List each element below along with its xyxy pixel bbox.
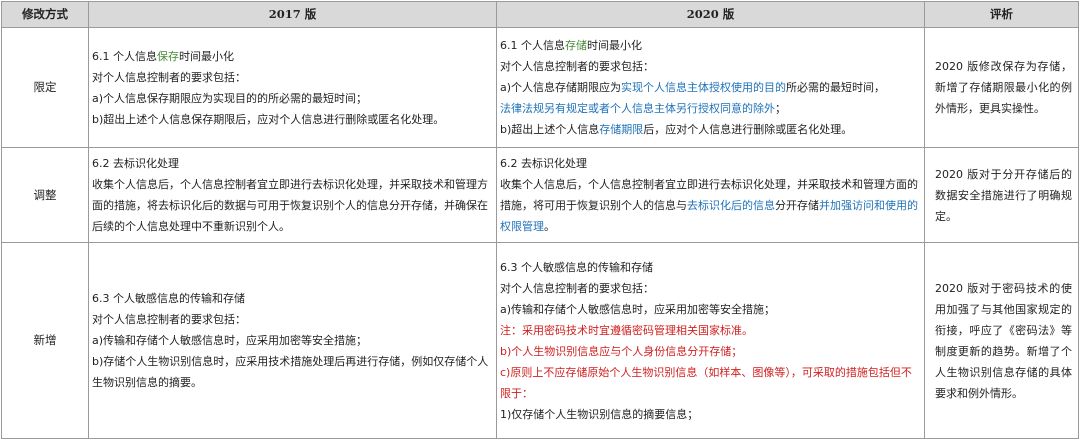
section-title: 6.1 个人信息存储时间最小化	[500, 39, 642, 52]
table-row: 限定 6.1 个人信息保存时间最小化 对个人信息控制者的要求包括： a)个人信息…	[1, 27, 1079, 148]
modification-type-cell: 限定	[1, 27, 89, 148]
section-title: 6.1 个人信息保存时间最小化	[92, 49, 234, 63]
text-line: 对个人信息控制者的要求包括：	[92, 70, 246, 84]
text-line: a)传输和存储个人敏感信息时，应采用加密等安全措施；	[92, 334, 368, 347]
modification-type-cell: 调整	[1, 147, 89, 243]
text-line: a)传输和存储个人敏感信息时，应采用加密等安全措施；	[500, 302, 776, 316]
version-2020-cell: 6.2 去标识化处理 收集个人信息后，个人信息控制者宜立即进行去标识化处理，并采…	[496, 147, 925, 243]
header-2020-version: 2020 版	[496, 1, 925, 28]
table-row: 调整 6.2 去标识化处理 收集个人信息后，个人信息控制者宜立即进行去标识化处理…	[1, 147, 1079, 243]
section-title: 6.3 个人敏感信息的传输和存储	[92, 292, 245, 305]
modification-type-cell: 新增	[1, 242, 89, 439]
version-2020-cell: 6.1 个人信息存储时间最小化 对个人信息控制者的要求包括： a)个人信息存储期…	[496, 27, 925, 148]
text-line: 1)仅存储个人生物识别信息的摘要信息；	[500, 407, 699, 421]
table-row: 新增 6.3 个人敏感信息的传输和存储 对个人信息控制者的要求包括： a)传输和…	[1, 242, 1079, 439]
section-title: 6.3 个人敏感信息的传输和存储	[500, 260, 653, 274]
text-line: a)个人信息存储期限应为实现个人信息主体授权使用的目的所必需的最短时间，	[500, 81, 886, 94]
header-modification-type: 修改方式	[1, 1, 89, 28]
text-line: 对个人信息控制者的要求包括：	[500, 60, 654, 73]
text-line: 对个人信息控制者的要求包括：	[92, 313, 246, 326]
header-row: 修改方式 2017 版 2020 版 评析	[1, 1, 1079, 28]
evaluation-cell: 2020 版对于密码技术的使用加强了与其他国家规定的衔接，呼应了《密码法》等制度…	[924, 242, 1079, 439]
text-paragraph: 收集个人信息后，个人信息控制者宜立即进行去标识化处理，并采取技术和管理方面的措施…	[92, 178, 488, 233]
evaluation-cell: 2020 版对于分开存储后的数据安全措施进行了明确规定。	[924, 147, 1079, 243]
version-2017-cell: 6.1 个人信息保存时间最小化 对个人信息控制者的要求包括： a)个人信息保存期…	[88, 27, 497, 148]
text-line: 对个人信息控制者的要求包括：	[500, 281, 654, 295]
text-line: a)个人信息保存期限应为实现目的的所必需的最短时间；	[92, 91, 368, 105]
text-paragraph: 收集个人信息后，个人信息控制者宜立即进行去标识化处理，并采取技术和管理方面的措施…	[500, 178, 918, 233]
text-line: b)个人生物识别信息应与个人身份信息分开存储；	[500, 344, 743, 358]
section-title: 6.2 去标识化处理	[92, 157, 179, 170]
comparison-table: 修改方式 2017 版 2020 版 评析 限定 6.1 个人信息保存时间最小化…	[1, 1, 1079, 439]
version-2017-cell: 6.2 去标识化处理 收集个人信息后，个人信息控制者宜立即进行去标识化处理，并采…	[88, 147, 497, 243]
version-2017-cell: 6.3 个人敏感信息的传输和存储 对个人信息控制者的要求包括： a)传输和存储个…	[88, 242, 497, 439]
evaluation-cell: 2020 版修改保存为存储，新增了存储期限最小化的例外情形，更具实操性。	[924, 27, 1079, 148]
text-line: 注：采用密码技术时宜遵循密码管理相关国家标准。	[500, 323, 753, 337]
text-line: b)存储个人生物识别信息时，应采用技术措施处理后再进行存储，例如仅存储个人生物识…	[92, 355, 489, 389]
section-title: 6.2 去标识化处理	[500, 157, 587, 170]
text-line: 法律法规另有规定或者个人信息主体另行授权同意的除外；	[500, 102, 786, 115]
text-line: c)原则上不应存储原始个人生物识别信息（如样本、图像等），可采取的措施包括但不限…	[500, 365, 912, 400]
text-line: b)超出上述个人信息保存期限后，应对个人信息进行删除或匿名化处理。	[92, 112, 445, 126]
header-2017-version: 2017 版	[88, 1, 497, 28]
version-2020-cell: 6.3 个人敏感信息的传输和存储 对个人信息控制者的要求包括： a)传输和存储个…	[496, 242, 925, 439]
header-evaluation: 评析	[924, 1, 1079, 28]
text-line: b)超出上述个人信息存储期限后，应对个人信息进行删除或匿名化处理。	[500, 123, 853, 136]
